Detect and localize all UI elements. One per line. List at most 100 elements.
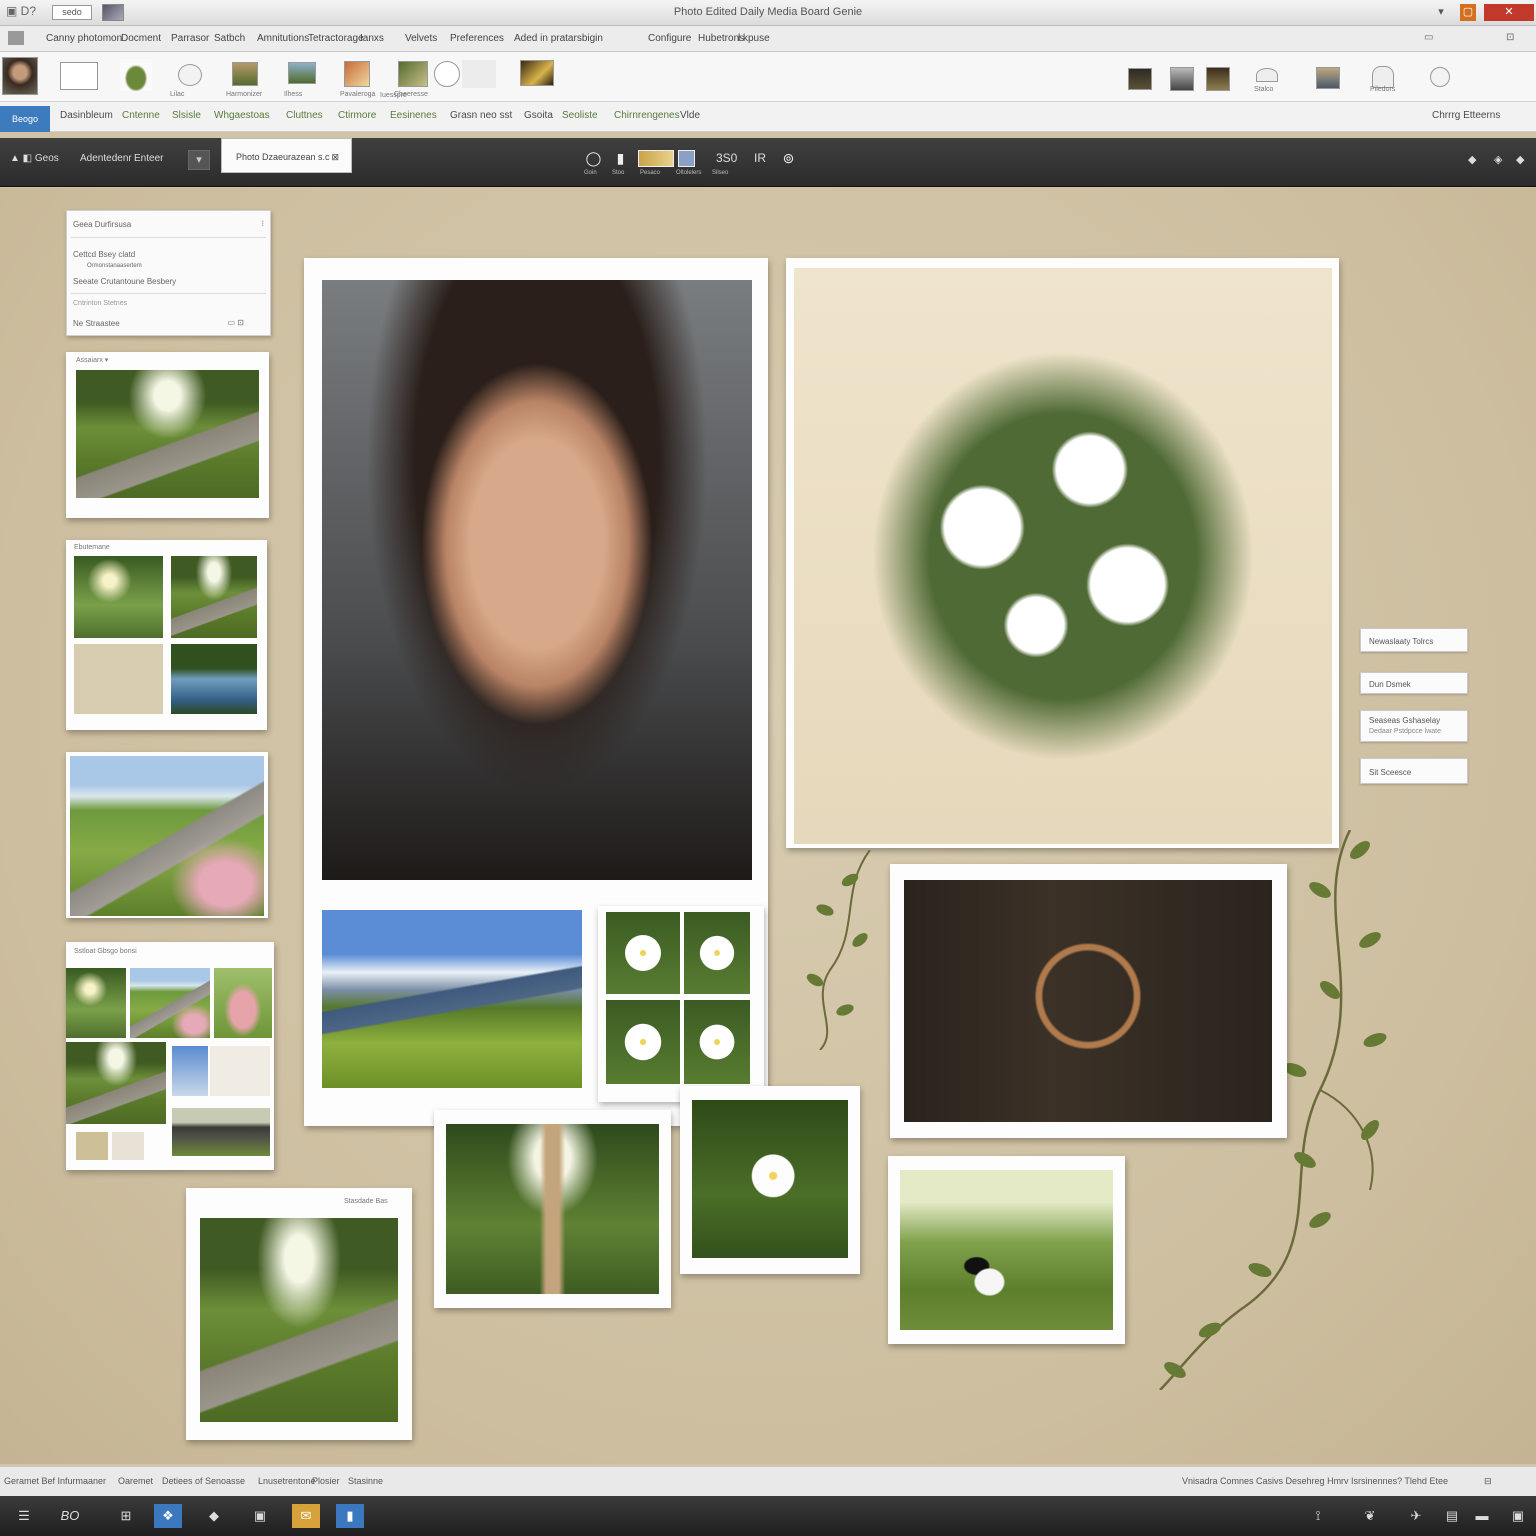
menu-item[interactable]: Aded in pratarsbigin (514, 33, 603, 44)
menu-item[interactable]: Ianxs (360, 33, 384, 44)
start-menu-icon[interactable]: ☰ (10, 1504, 38, 1528)
photo-card[interactable] (888, 1156, 1125, 1344)
panel-close-icon[interactable]: ⁝ (261, 219, 264, 228)
brush-tool-icon[interactable]: ▮ (612, 150, 629, 167)
menu-item[interactable]: Velvets (405, 33, 437, 44)
ribbon-gold-thumb[interactable] (520, 60, 554, 86)
property-button[interactable]: Dun Dsmek (1360, 672, 1468, 694)
tray-icon[interactable]: ⟟ (1304, 1504, 1332, 1528)
tray-icon[interactable]: ❦ (1356, 1504, 1384, 1528)
ribbon-circle-icon[interactable] (178, 64, 202, 86)
property-button[interactable]: Seaseas Gshaselay Dedaar Pstdpcce lwate (1360, 710, 1468, 742)
panel-footer-icons[interactable]: ▭ ⊡ (228, 318, 244, 327)
ribbon-right-thumb[interactable] (1170, 67, 1194, 91)
menu-item[interactable]: Docment (121, 33, 161, 44)
menu-item[interactable]: Canny photomon (46, 33, 122, 44)
panel-title: Geea Durfirsusa (73, 220, 132, 229)
ribbon-blank-thumb[interactable] (60, 62, 98, 90)
taskbar-app-icon[interactable]: ⊞ (112, 1504, 140, 1528)
ribbon-round-icon[interactable] (434, 61, 460, 87)
tab[interactable]: Cluttnes (286, 110, 323, 121)
tab[interactable]: Dasinbleum (60, 110, 113, 121)
status-toggle-icon[interactable]: ⊟ (1484, 1476, 1492, 1487)
photo-card[interactable] (66, 752, 268, 918)
tray-icon[interactable]: ▬ (1468, 1504, 1496, 1528)
menu-item[interactable]: l kpuse (738, 33, 770, 44)
taskbar-app-icon[interactable]: ▣ (246, 1504, 274, 1528)
tab[interactable]: Ctirmore (338, 110, 376, 121)
taskbar-app-icon[interactable]: BO (56, 1504, 84, 1528)
tab[interactable]: Vlde (680, 110, 700, 121)
ribbon-right-thumb[interactable] (1316, 67, 1340, 89)
ribbon-tombstone-icon[interactable] (1372, 66, 1394, 88)
document-tab[interactable]: Photo Dzaeurazean s.c ⊠ (221, 138, 352, 173)
photo-card[interactable] (680, 1086, 860, 1274)
tray-icon[interactable]: ▣ (1504, 1504, 1532, 1528)
toolbar-right-icon[interactable]: ◆ (1468, 153, 1476, 166)
card-caption: Ebutemane (74, 544, 110, 551)
tab[interactable]: Chirnrengenes (614, 110, 680, 121)
ribbon-flower-thumb[interactable] (344, 61, 370, 87)
ribbon-globe-icon[interactable] (1430, 67, 1450, 87)
menu-item[interactable]: Amnitutions (257, 33, 309, 44)
flower-grid-card[interactable] (598, 906, 764, 1102)
menu-side-icon[interactable] (8, 31, 24, 45)
photo-card[interactable]: Stasdade Bas (186, 1188, 412, 1440)
botanical-card[interactable] (786, 258, 1339, 848)
tab[interactable]: Seoliste (562, 110, 598, 121)
toolbar-right-icon[interactable]: ◆ (1516, 153, 1524, 166)
photo-grid-card[interactable]: Ebutemane (66, 540, 267, 730)
ribbon-photo-thumb[interactable] (232, 62, 258, 86)
menu-item[interactable]: Satbch (214, 33, 245, 44)
maximize-button[interactable]: ▢ (1460, 4, 1476, 21)
layer-tool-icon[interactable] (678, 150, 695, 167)
property-button[interactable]: Sit Sceesce (1360, 758, 1468, 784)
taskbar-app-icon[interactable]: ❖ (154, 1504, 182, 1528)
tab[interactable]: Slsisle (172, 110, 201, 121)
menu-item[interactable]: Preferences (450, 33, 504, 44)
tab[interactable]: Cntenne (122, 110, 160, 121)
toolbar-item[interactable]: Enteer (134, 153, 163, 164)
property-button[interactable]: Newaslaaty Tolrcs (1360, 628, 1468, 652)
taskbar-app-icon[interactable]: ◆ (200, 1504, 228, 1528)
ribbon-right-thumb[interactable] (1128, 68, 1152, 90)
menubar-option-icon[interactable]: ▭ (1424, 32, 1433, 43)
ribbon-label: Harmonizer (226, 91, 263, 98)
ribbon-right-thumb[interactable] (1206, 67, 1230, 91)
tab[interactable]: Whgaestoas (214, 110, 270, 121)
menubar-settings-icon[interactable]: ⊡ (1506, 32, 1514, 43)
close-tab-icon[interactable]: ⊠ (331, 152, 339, 163)
toolbar-right-icon[interactable]: ◈ (1494, 153, 1502, 166)
ribbon-gray-swatch[interactable] (462, 60, 496, 88)
ribbon-leaf-thumb[interactable] (398, 61, 428, 87)
toolbar-home[interactable]: ▲ ◧ Geos (10, 153, 59, 164)
close-button[interactable]: ✕ (1484, 4, 1534, 21)
toolbar-dropdown-button[interactable]: ▾ (188, 150, 210, 170)
lasso-tool-icon[interactable]: ◯ (585, 150, 602, 167)
collage-card[interactable]: Sstloat Gbsgo bonsi (66, 942, 274, 1170)
settings-tool-icon[interactable]: ⊚ (780, 150, 797, 167)
menu-item[interactable]: Tetractorage (308, 33, 364, 44)
toolbar-item[interactable]: Adentedenr (80, 153, 132, 164)
ribbon-landscape-thumb[interactable] (288, 62, 316, 84)
logo-card[interactable] (890, 864, 1287, 1138)
tool-label: Stoo (612, 170, 625, 176)
menu-item[interactable]: Configure (648, 33, 691, 44)
photo-card[interactable] (434, 1110, 671, 1308)
ribbon-plant-icon[interactable] (120, 59, 152, 91)
tab[interactable]: Gsoita (524, 110, 553, 121)
tray-icon[interactable]: ▤ (1438, 1504, 1466, 1528)
user-avatar[interactable] (2, 57, 38, 95)
tab-active[interactable]: Beogo (0, 106, 50, 132)
tab[interactable]: Grasn neo sst (450, 110, 512, 121)
image-tool-icon[interactable] (638, 150, 674, 167)
ribbon-arch-icon[interactable] (1256, 68, 1278, 82)
tab[interactable]: Eesinenes (390, 110, 437, 121)
menu-item[interactable]: Parrasor (171, 33, 209, 44)
tray-icon[interactable]: ✈ (1402, 1504, 1430, 1528)
tab-right[interactable]: Chrrrg Etteerns (1432, 110, 1500, 121)
taskbar-app-icon[interactable]: ▮ (336, 1504, 364, 1528)
window-menu-icon[interactable]: ▾ (1432, 4, 1450, 21)
photo-card[interactable]: Assaiarx ▾ (66, 352, 269, 518)
taskbar-app-icon[interactable]: ✉ (292, 1504, 320, 1528)
